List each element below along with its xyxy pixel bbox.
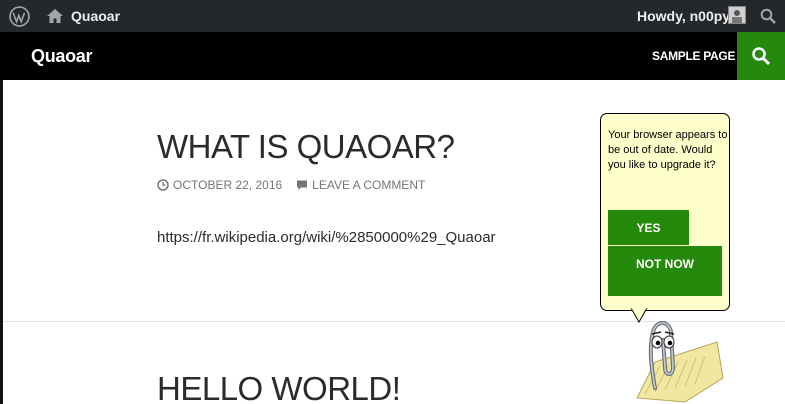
search-toggle-button[interactable]: [737, 32, 785, 80]
admin-bar: Quaoar Howdy, n00py: [0, 0, 785, 32]
leave-comment-link[interactable]: LEAVE A COMMENT: [312, 178, 425, 192]
clippy-speech-bubble: Your browser appears to be out of date. …: [600, 113, 730, 311]
wordpress-logo-icon[interactable]: [9, 6, 30, 27]
comment-icon: [297, 180, 308, 190]
clippy-paperclip-icon[interactable]: [625, 318, 725, 404]
home-icon[interactable]: [46, 7, 64, 25]
post-date[interactable]: OCTOBER 22, 2016: [173, 178, 282, 192]
post-title[interactable]: WHAT IS QUAOAR?: [157, 128, 455, 166]
avatar-image-icon: [729, 7, 745, 23]
clippy-message: Your browser appears to be out of date. …: [608, 129, 728, 171]
admin-bar-greeting[interactable]: Howdy, n00py: [637, 8, 730, 24]
avatar[interactable]: [728, 6, 746, 24]
site-title[interactable]: Quaoar: [31, 46, 93, 67]
clock-icon: [157, 179, 169, 191]
nav-item-sample-page[interactable]: SAMPLE PAGE: [652, 49, 735, 63]
search-icon: [752, 47, 771, 66]
admin-bar-site-name[interactable]: Quaoar: [71, 8, 120, 24]
not-now-button[interactable]: NOT NOW: [608, 246, 722, 296]
post-meta: OCTOBER 22, 2016 LEAVE A COMMENT: [157, 178, 425, 192]
post-content: https://fr.wikipedia.org/wiki/%2850000%2…: [157, 229, 496, 246]
yes-button[interactable]: YES: [608, 210, 689, 245]
not-now-label: NOT NOW: [636, 257, 694, 271]
post-title-second[interactable]: HELLO WORLD!: [157, 370, 401, 404]
site-header: Quaoar SAMPLE PAGE: [0, 32, 785, 80]
admin-bar-search-icon[interactable]: [760, 8, 776, 24]
